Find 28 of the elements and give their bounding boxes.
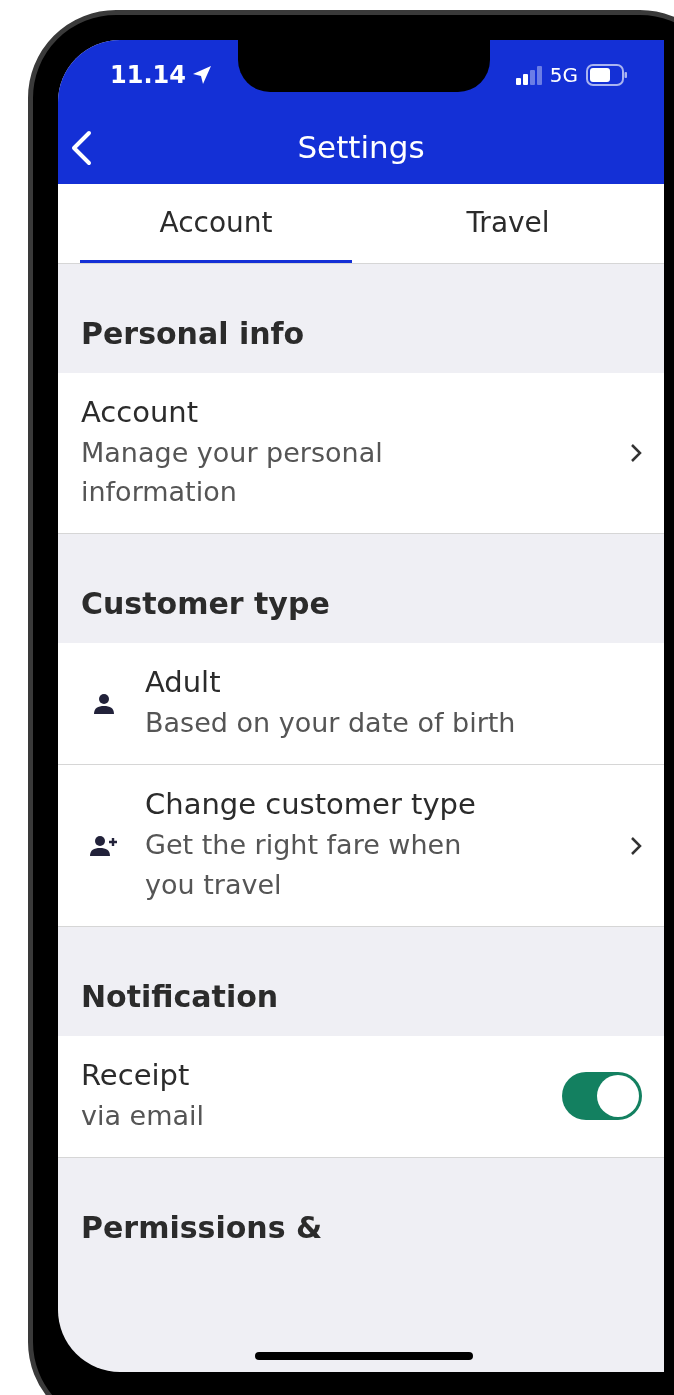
row-subtitle: Manage your personal information: [81, 436, 384, 510]
toggle-switch[interactable]: [562, 1072, 642, 1121]
person-icon: [93, 693, 115, 714]
settings-row[interactable]: Receipt via email: [58, 1035, 664, 1158]
row-title: Change customer type: [145, 787, 477, 822]
section-title: Customer type: [81, 586, 330, 622]
chevron-right-icon: [630, 443, 642, 464]
location-arrow-icon: [191, 65, 212, 85]
row-title: Adult: [145, 665, 222, 700]
section-title: Permissions &: [81, 1209, 323, 1245]
person-add-icon: [90, 835, 118, 856]
settings-row[interactable]: Adult Based on your date of birth: [58, 643, 664, 766]
screen-title: Settings: [297, 129, 425, 165]
signal-icon: [515, 65, 542, 85]
chevron-right-icon: [630, 835, 642, 856]
section-title: Notification: [81, 978, 279, 1014]
status-time: 11.14: [110, 61, 212, 89]
row-subtitle: Based on your date of birth: [145, 706, 517, 741]
row-subtitle: via email: [81, 1098, 206, 1133]
settings-row[interactable]: Change customer type Get the right fare when you travel: [58, 765, 664, 927]
network-label: 5G: [549, 63, 578, 87]
back-chevron-icon: [70, 130, 92, 166]
section-title: Personal info: [81, 316, 305, 351]
battery-icon: [586, 64, 628, 86]
row-subtitle: Get the right fare when you travel: [145, 828, 463, 902]
row-title: Receipt: [81, 1057, 191, 1092]
settings-row[interactable]: Account Manage your personal information: [58, 373, 664, 535]
row-title: Account: [81, 395, 200, 429]
